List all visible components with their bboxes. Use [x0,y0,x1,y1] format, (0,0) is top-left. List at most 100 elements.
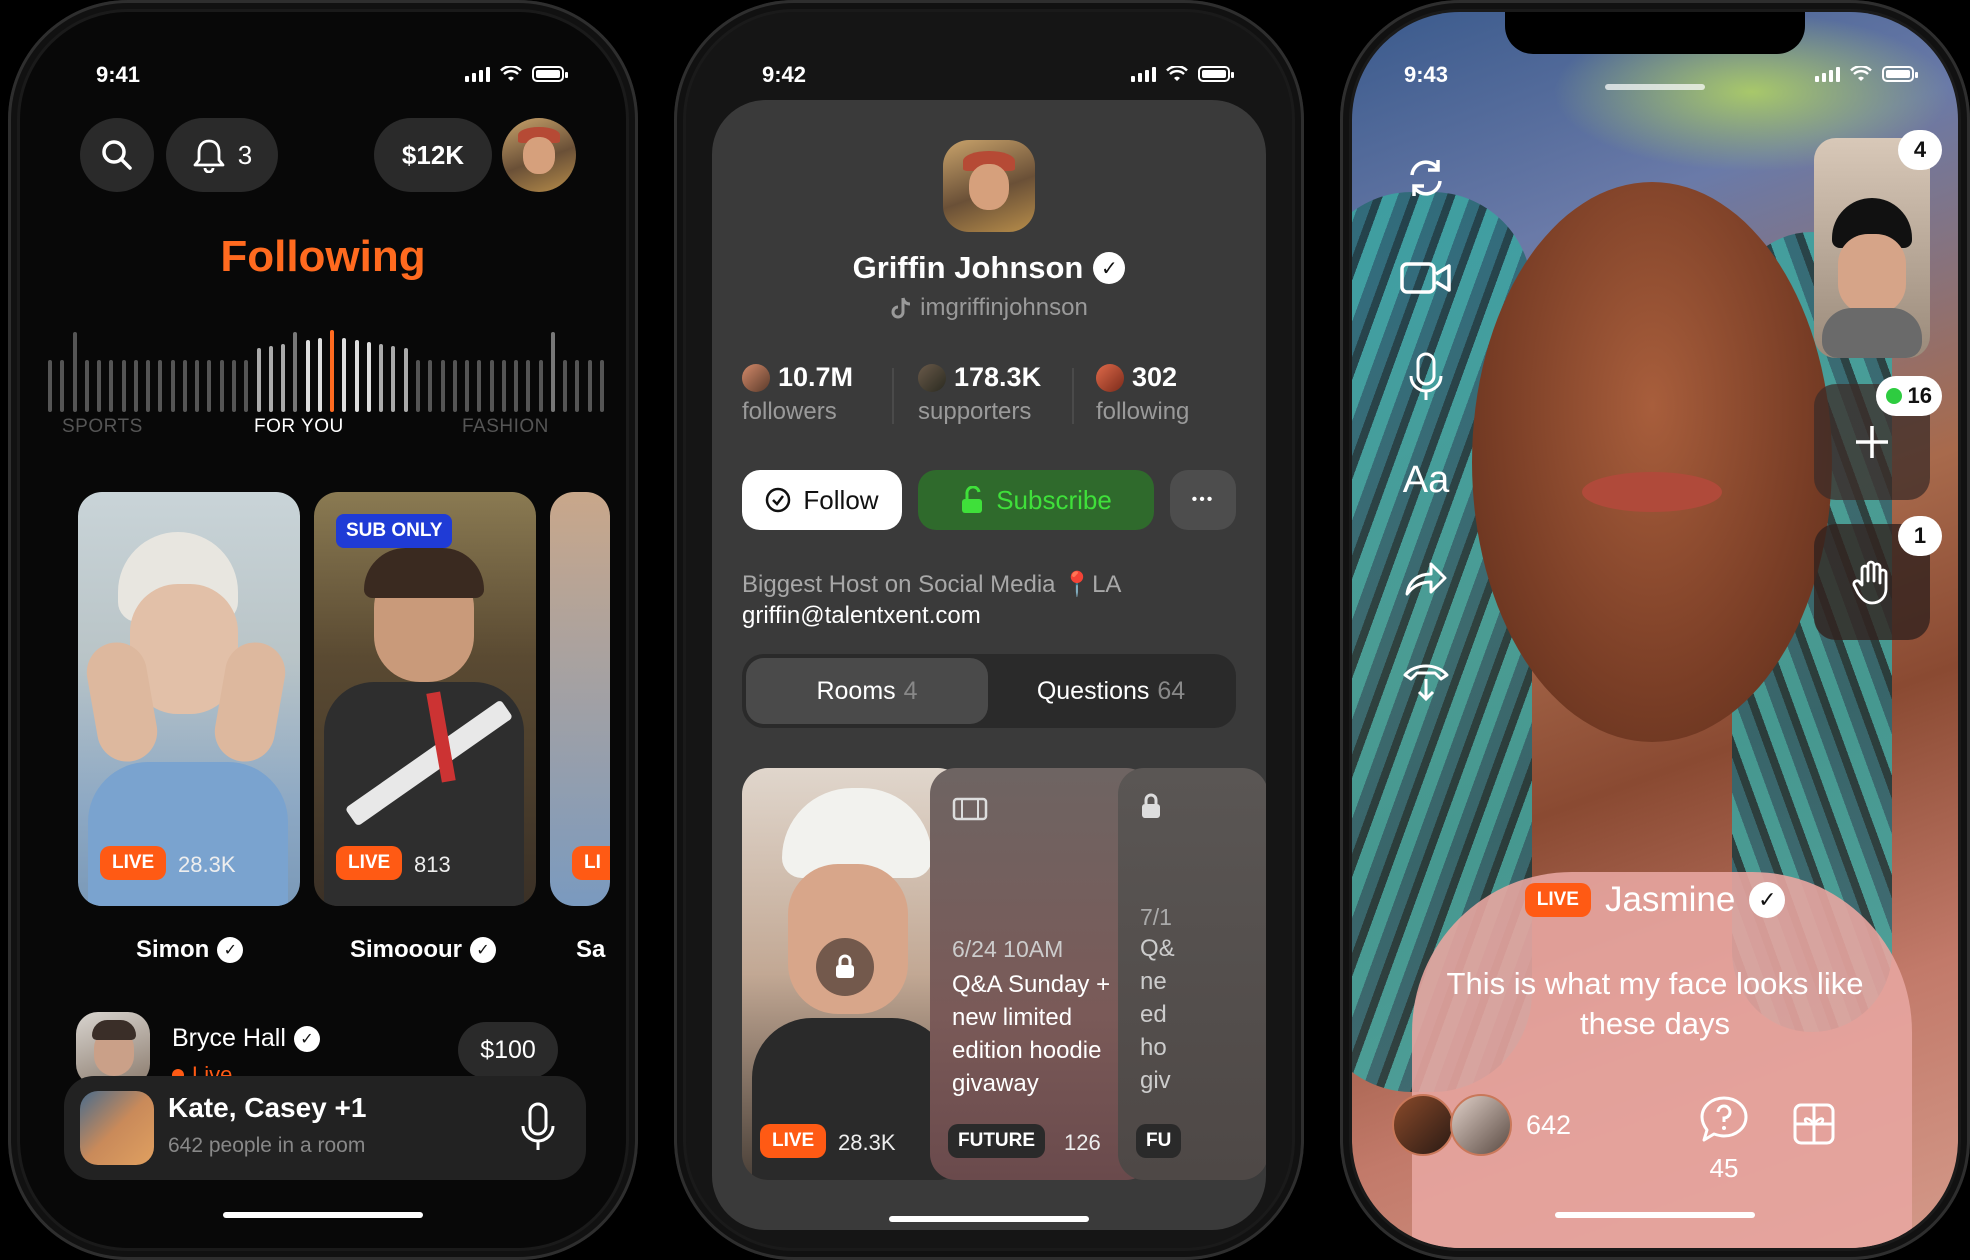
more-button[interactable]: ••• [1170,470,1236,530]
profile-avatar[interactable] [502,118,576,192]
dial-tick [109,360,113,412]
dial-tick [318,338,322,412]
signal-icon [465,66,490,82]
ticket-icon [952,797,988,821]
viewer-count: 28.3K [178,852,236,877]
text-button[interactable]: Aa [1398,452,1454,508]
status-bar: 9:42 [686,60,1292,90]
add-guest-button[interactable]: 16 [1814,376,1942,500]
status-time: 9:43 [1404,62,1449,87]
battery-icon [1882,66,1918,82]
stream-card[interactable]: LIVE 28.3K [78,492,300,906]
dial-tick [355,340,359,412]
gift-button[interactable] [1792,1102,1836,1151]
profile-handle-label: imgriffinjohnson [920,294,1088,321]
stat-supporters: 178.3K [918,362,1041,393]
sub-only-badge: SUB ONLY [336,514,453,548]
balance-button[interactable]: $12K [374,118,492,192]
stat-value: 178.3K [954,362,1042,392]
profile-name-label: Griffin Johnson [852,250,1084,285]
mic-button[interactable] [1398,350,1454,406]
live-badge: LI [572,846,610,880]
follow-button[interactable]: Follow [742,470,902,530]
category-for-you[interactable]: FOR YOU [254,416,344,438]
battery-icon [532,66,568,82]
phone-live-room: 9:43 Aa 4 16 1 LIVE Jasmine ✓ This is wh… [1340,0,1970,1260]
bio-email[interactable]: griffin@talentxent.com [742,602,981,630]
battery-icon [1198,66,1234,82]
category-dial[interactable] [48,330,604,412]
room-title: Q&A Sunday + new limited edition hoodie … [952,971,1111,1097]
signal-icon [1815,66,1840,82]
dial-tick [477,360,481,412]
mic-button[interactable] [520,1102,556,1159]
wifi-icon [1166,66,1188,81]
active-room-bar[interactable]: Kate, Casey +1 642 people in a room [64,1076,586,1180]
leave-button[interactable] [1398,652,1454,708]
mini-avatar [918,363,946,392]
verified-icon: ✓ [1093,252,1126,284]
raised-hands-button[interactable]: 1 [1814,516,1942,640]
category-sports[interactable]: SPORTS [62,416,143,438]
status-icons [1131,66,1234,82]
room-card[interactable]: 7/1 Q& ne ed ho giv FU [1118,768,1266,1180]
home-indicator [889,1216,1089,1222]
lock-icon [816,938,874,996]
tab-count: 64 [1157,676,1186,705]
room-subtitle: 642 people in a room [168,1134,366,1157]
profile-handle: imgriffinjohnson [712,294,1266,322]
guest-video-card[interactable]: 4 [1814,130,1942,358]
category-fashion[interactable]: FASHION [462,416,549,438]
room-title: Kate, Casey +1 [168,1092,367,1123]
list-avatar [76,1012,150,1086]
list-name-label: Bryce Hall [172,1024,286,1052]
requests-count: 16 [1907,383,1932,408]
share-button[interactable] [1398,550,1454,606]
video-button[interactable] [1398,250,1454,306]
tab-questions[interactable]: Questions 64 [990,658,1232,724]
mic-icon [1409,352,1443,400]
card-name: Sa [576,936,605,964]
viewer-count: 28.3K [838,1130,896,1155]
listeners[interactable]: 642 [1392,1094,1571,1156]
room-title-line: Q& [1140,935,1175,962]
price-button[interactable]: $100 [458,1022,558,1078]
wifi-icon [500,66,522,81]
notifications-button[interactable]: 3 [166,118,278,192]
subscribe-button[interactable]: Subscribe [918,470,1154,530]
card-name: Simon ✓ [136,936,244,964]
home-indicator [223,1212,423,1218]
dial-tick [97,360,101,412]
stream-card[interactable]: SUB ONLY LIVE 813 [314,492,536,906]
status-time: 9:42 [762,62,807,87]
stat-value: 10.7M [778,362,854,392]
status-bar: 9:43 [1352,60,1958,90]
search-icon [102,140,132,170]
dial-tick [48,360,52,412]
mini-avatar [1096,363,1124,392]
room-title-line: ne [1140,968,1167,995]
dial-tick [269,346,273,412]
dial-tick [551,332,555,412]
tab-rooms[interactable]: Rooms 4 [746,658,988,724]
page-title: Following [220,232,426,281]
questions-button[interactable]: 45 [1694,1094,1754,1184]
verified-icon: ✓ [470,937,496,963]
dial-tick [183,360,187,412]
future-badge: FUTURE [948,1124,1046,1158]
online-dot-icon [1885,388,1902,404]
status-bar: 9:41 [20,60,626,90]
stream-card[interactable]: LI [550,492,610,906]
card-name-label: Simon [136,936,210,963]
host-name: Jasmine [1604,880,1736,919]
refresh-icon [1410,160,1442,196]
dial-tick [293,332,297,412]
stat-value: 302 [1132,362,1178,392]
listener-avatar [1392,1094,1454,1156]
dial-tick [330,330,334,412]
check-circle-icon [766,487,791,513]
interested-count: 126 [1064,1130,1101,1155]
search-button[interactable] [80,118,154,192]
dial-tick [134,360,138,412]
flip-camera-button[interactable] [1398,150,1454,206]
